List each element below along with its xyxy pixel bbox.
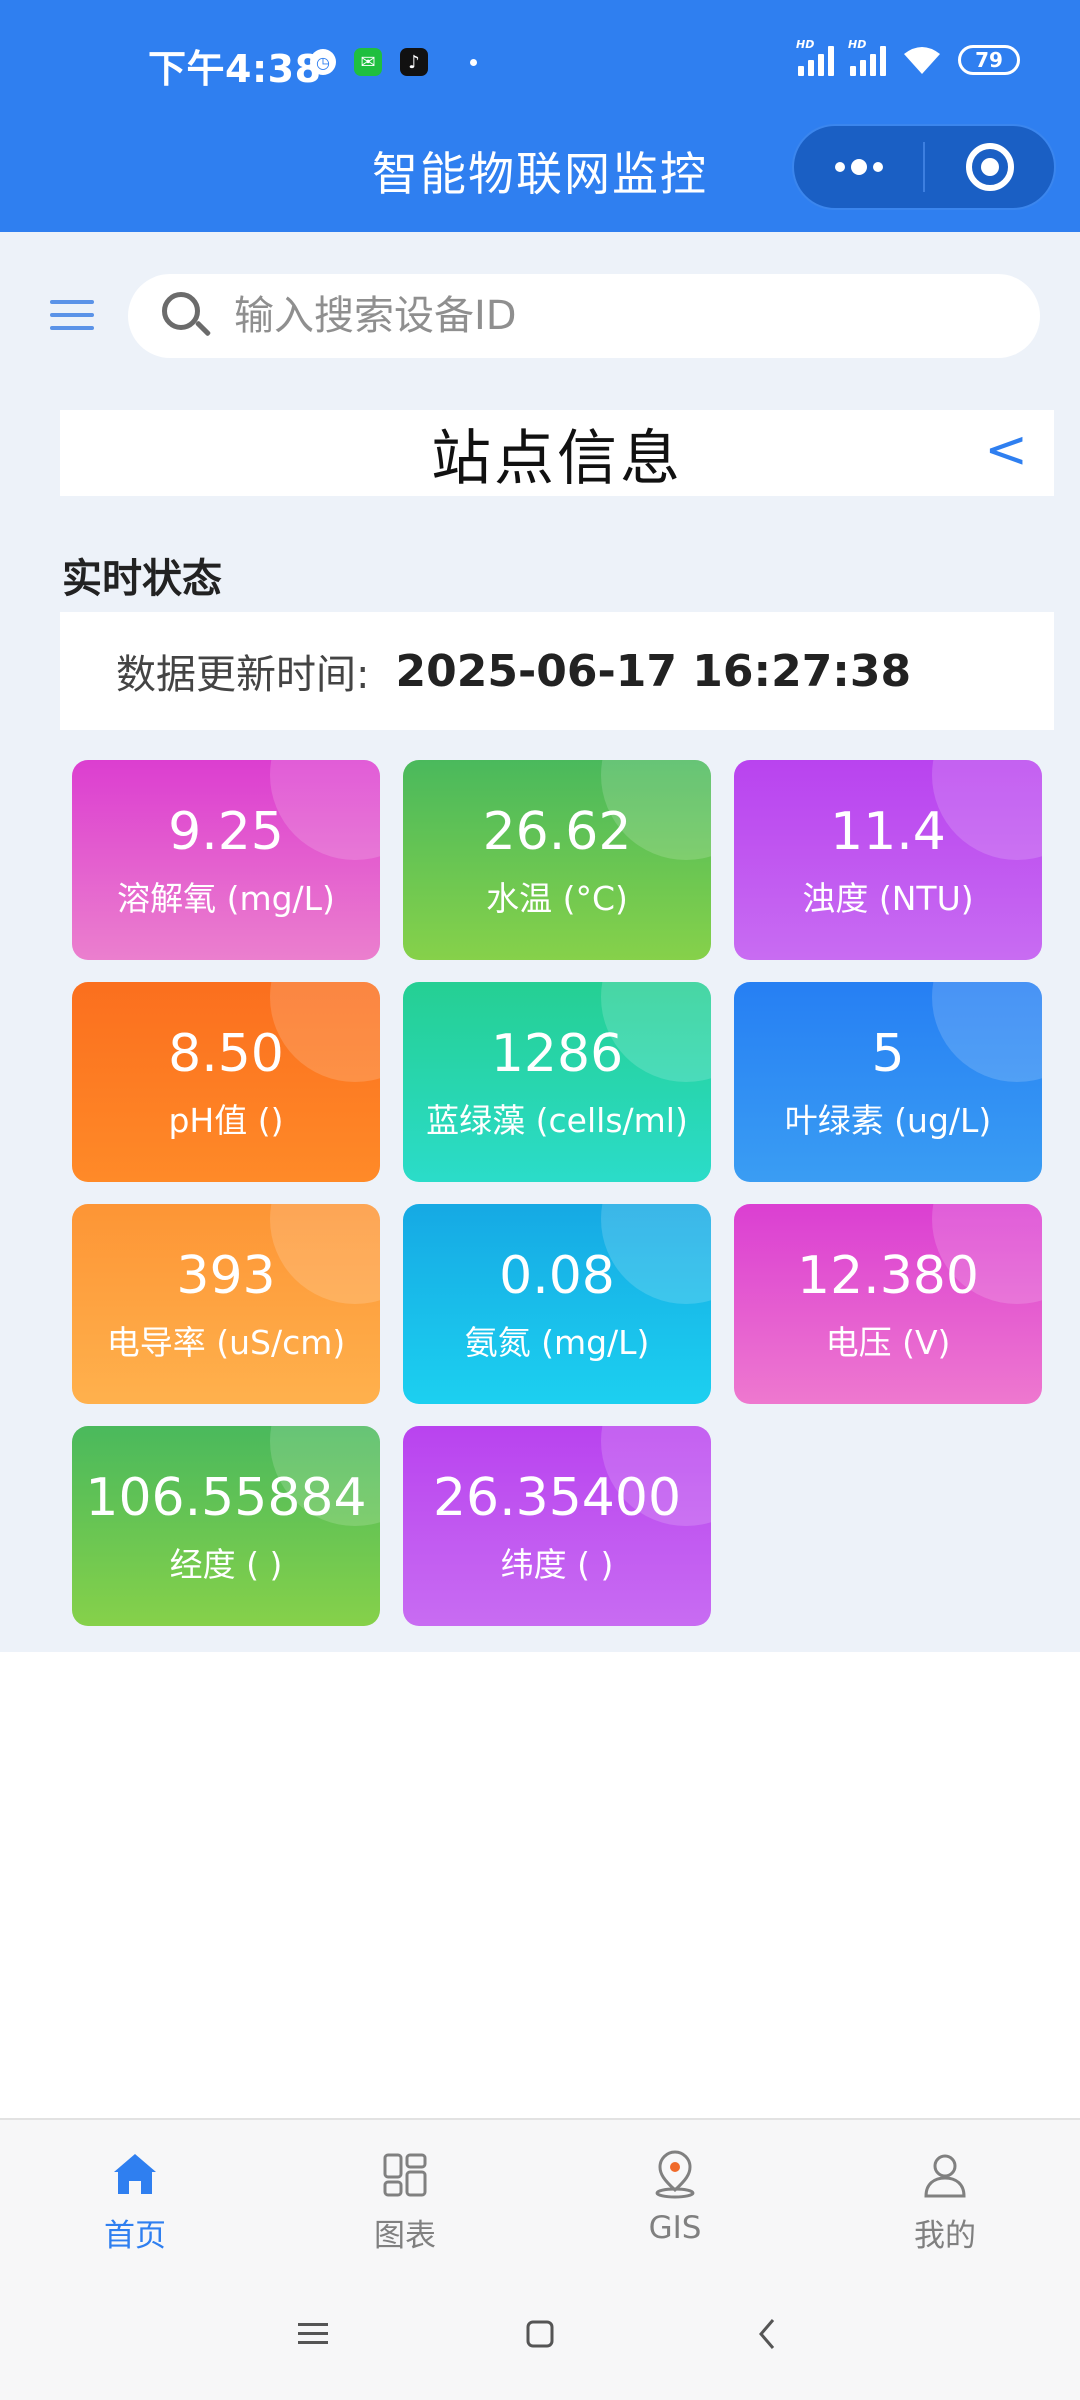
home-nav-button[interactable] bbox=[520, 2314, 560, 2354]
metric-label: 蓝绿藻 (cells/ml) bbox=[426, 1100, 688, 1140]
metric-card-ammonia-nitrogen[interactable]: 0.08 氨氮 (mg/L) bbox=[403, 1204, 711, 1404]
close-mini-program-button[interactable] bbox=[925, 126, 1054, 208]
metric-label: 电压 (V) bbox=[825, 1322, 951, 1362]
metric-value: 26.62 bbox=[482, 801, 632, 862]
metrics-grid: 9.25 溶解氧 (mg/L) 26.62 水温 (°C) 11.4 浊度 (N… bbox=[72, 760, 1042, 1626]
metric-card-conductivity[interactable]: 393 电导率 (uS/cm) bbox=[72, 1204, 380, 1404]
metric-label: 电导率 (uS/cm) bbox=[106, 1322, 346, 1362]
tiktok-icon: ♪ bbox=[400, 48, 428, 76]
metric-value: 106.55884 bbox=[85, 1467, 367, 1528]
metric-card-voltage[interactable]: 12.380 电压 (V) bbox=[734, 1204, 1042, 1404]
metric-label: 经度 ( ) bbox=[169, 1544, 283, 1584]
metric-card-turbidity[interactable]: 11.4 浊度 (NTU) bbox=[734, 760, 1042, 960]
search-input[interactable] bbox=[234, 293, 994, 339]
metric-value: 393 bbox=[176, 1245, 276, 1306]
metric-label: pH值 () bbox=[168, 1100, 284, 1140]
tab-label: 我的 bbox=[914, 2218, 976, 2254]
metric-value: 0.08 bbox=[499, 1245, 615, 1306]
signal-icon-2: HD bbox=[848, 38, 886, 76]
home-icon bbox=[114, 2154, 156, 2194]
map-pin-icon bbox=[655, 2150, 695, 2199]
update-time-label: 数据更新时间: bbox=[116, 652, 370, 698]
signal-icon: HD bbox=[796, 38, 834, 76]
metric-card-blue-green-algae[interactable]: 1286 蓝绿藻 (cells/ml) bbox=[403, 982, 711, 1182]
app-header: 下午4:38 ◷ ✉ ♪ HD HD 79 智能物联网监控 bbox=[0, 0, 1080, 232]
status-notification-icons: ◷ ✉ ♪ bbox=[310, 48, 477, 76]
metric-value: 11.4 bbox=[830, 801, 946, 862]
user-icon bbox=[924, 2154, 966, 2198]
tab-label: 图表 bbox=[374, 2218, 436, 2254]
more-dots-icon bbox=[834, 159, 883, 175]
metric-value: 9.25 bbox=[168, 801, 284, 862]
metric-card-chlorophyll[interactable]: 5 叶绿素 (ug/L) bbox=[734, 982, 1042, 1182]
tab-gis[interactable]: GIS bbox=[540, 2120, 810, 2268]
tab-label: 首页 bbox=[104, 2218, 166, 2254]
wifi-icon bbox=[904, 47, 940, 74]
tab-home[interactable]: 首页 bbox=[0, 2120, 270, 2268]
wechat-icon: ✉ bbox=[354, 48, 382, 76]
target-icon bbox=[965, 143, 1014, 191]
metric-label: 氨氮 (mg/L) bbox=[464, 1322, 650, 1362]
status-time: 下午4:38 bbox=[148, 47, 322, 91]
metric-value: 26.35400 bbox=[432, 1467, 682, 1528]
battery-icon: 79 bbox=[958, 45, 1020, 75]
recents-button[interactable] bbox=[293, 2314, 333, 2354]
metric-label: 溶解氧 (mg/L) bbox=[117, 878, 335, 918]
more-notifications-icon bbox=[470, 58, 477, 66]
update-time-row: 数据更新时间: 2025-06-17 16:27:38 bbox=[60, 612, 1054, 730]
tab-charts[interactable]: 图表 bbox=[270, 2120, 540, 2268]
bottom-tab-bar: 首页 图表 GIS 我的 bbox=[0, 2118, 1080, 2268]
metric-card-water-temperature[interactable]: 26.62 水温 (°C) bbox=[403, 760, 711, 960]
back-nav-button[interactable] bbox=[747, 2314, 787, 2354]
square-icon bbox=[526, 2320, 554, 2348]
metric-label: 水温 (°C) bbox=[486, 878, 628, 918]
metric-label: 纬度 ( ) bbox=[500, 1544, 614, 1584]
search-bar[interactable] bbox=[128, 274, 1040, 358]
chart-grid-icon bbox=[383, 2153, 427, 2197]
main-content: 站点信息 < 实时状态 数据更新时间: 2025-06-17 16:27:38 … bbox=[0, 232, 1080, 1652]
metric-value: 5 bbox=[871, 1023, 905, 1084]
search-icon bbox=[162, 292, 212, 340]
station-info-header: 站点信息 < bbox=[60, 410, 1054, 496]
metric-label: 浊度 (NTU) bbox=[802, 878, 974, 918]
update-time-value: 2025-06-17 16:27:38 bbox=[395, 645, 912, 697]
station-title: 站点信息 bbox=[431, 423, 683, 494]
metric-value: 12.380 bbox=[797, 1245, 979, 1306]
system-navigation-bar bbox=[0, 2268, 1080, 2400]
tab-label: GIS bbox=[648, 2210, 702, 2246]
metric-card-longitude[interactable]: 106.55884 经度 ( ) bbox=[72, 1426, 380, 1626]
metric-value: 1286 bbox=[490, 1023, 624, 1084]
metric-card-dissolved-oxygen[interactable]: 9.25 溶解氧 (mg/L) bbox=[72, 760, 380, 960]
metric-card-ph[interactable]: 8.50 pH值 () bbox=[72, 982, 380, 1182]
mini-program-capsule bbox=[792, 124, 1056, 210]
metric-label: 叶绿素 (ug/L) bbox=[784, 1100, 992, 1140]
status-system-icons: HD HD 79 bbox=[796, 38, 1020, 76]
metric-card-latitude[interactable]: 26.35400 纬度 ( ) bbox=[403, 1426, 711, 1626]
menu-lines-icon bbox=[298, 2323, 329, 2344]
more-options-button[interactable] bbox=[794, 126, 923, 208]
menu-icon[interactable] bbox=[50, 300, 94, 330]
alarm-app-icon: ◷ bbox=[310, 49, 336, 75]
tab-profile[interactable]: 我的 bbox=[810, 2120, 1080, 2268]
realtime-section-title: 实时状态 bbox=[62, 556, 222, 602]
collapse-back-button[interactable]: < bbox=[984, 420, 1028, 480]
metric-value: 8.50 bbox=[168, 1023, 284, 1084]
chevron-left-icon bbox=[758, 2319, 774, 2349]
